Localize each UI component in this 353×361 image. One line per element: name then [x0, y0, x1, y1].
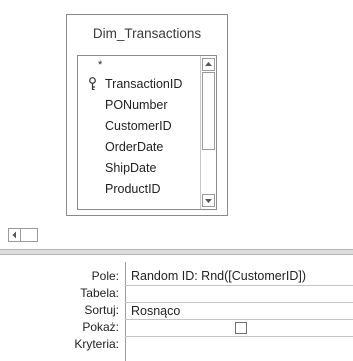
table-field-list-window[interactable]: Dim_Transactions * TransactionID PONumbe…	[66, 14, 228, 216]
criteria-cell[interactable]	[125, 336, 353, 353]
sort-cell[interactable]: Rosnąco	[125, 302, 353, 319]
scroll-up-button[interactable]	[202, 58, 215, 71]
field-item-shipdate[interactable]: ShipDate	[78, 158, 202, 179]
row-label-table: Tabela:	[80, 286, 119, 300]
field-cell[interactable]: Random ID: Rnd([CustomerID])	[125, 268, 353, 285]
arrow-down-icon	[205, 199, 212, 203]
grid-row-sort: Sortuj: Rosnąco	[0, 302, 353, 319]
design-area-horizontal-scrollbar[interactable]	[0, 228, 353, 244]
scroll-left-button[interactable]	[8, 228, 21, 242]
show-checkbox[interactable]	[235, 322, 247, 334]
scroll-thumb[interactable]	[202, 72, 215, 150]
field-list[interactable]: * TransactionID PONumber CustomerID Orde…	[77, 55, 217, 210]
field-item-transactionid[interactable]: TransactionID	[78, 74, 202, 95]
scroll-down-button[interactable]	[202, 194, 215, 207]
arrow-left-icon	[12, 231, 16, 239]
field-list-scrollbar[interactable]	[200, 56, 216, 209]
table-title[interactable]: Dim_Transactions	[67, 15, 227, 55]
grid-row-show: Pokaż:	[0, 319, 353, 336]
grid-row-criteria: Kryteria:	[0, 336, 353, 353]
field-label: TransactionID	[105, 77, 183, 91]
grid-row-field: Pole: Random ID: Rnd([CustomerID])	[0, 268, 353, 285]
field-item-customerid[interactable]: CustomerID	[78, 116, 202, 137]
row-label-field: Pole:	[91, 269, 119, 283]
horizontal-scroll-thumb[interactable]	[21, 228, 38, 242]
field-all[interactable]: *	[78, 56, 202, 74]
field-item-orderdate[interactable]: OrderDate	[78, 137, 202, 158]
row-label-sort: Sortuj:	[84, 303, 119, 317]
grid-row-table: Tabela:	[0, 285, 353, 302]
row-label-criteria: Kryteria:	[74, 337, 119, 351]
query-design-area: Dim_Transactions * TransactionID PONumbe…	[0, 0, 353, 228]
field-item-ponumber[interactable]: PONumber	[78, 95, 202, 116]
field-item-productid[interactable]: ProductID	[78, 179, 202, 200]
row-label-show: Pokaż:	[82, 320, 119, 334]
pane-splitter[interactable]	[0, 249, 353, 255]
arrow-up-icon	[205, 62, 212, 66]
key-icon	[89, 77, 96, 91]
table-cell[interactable]	[125, 285, 353, 302]
query-design-grid: Pole: Random ID: Rnd([CustomerID]) Tabel…	[0, 262, 353, 361]
show-cell	[125, 319, 353, 336]
